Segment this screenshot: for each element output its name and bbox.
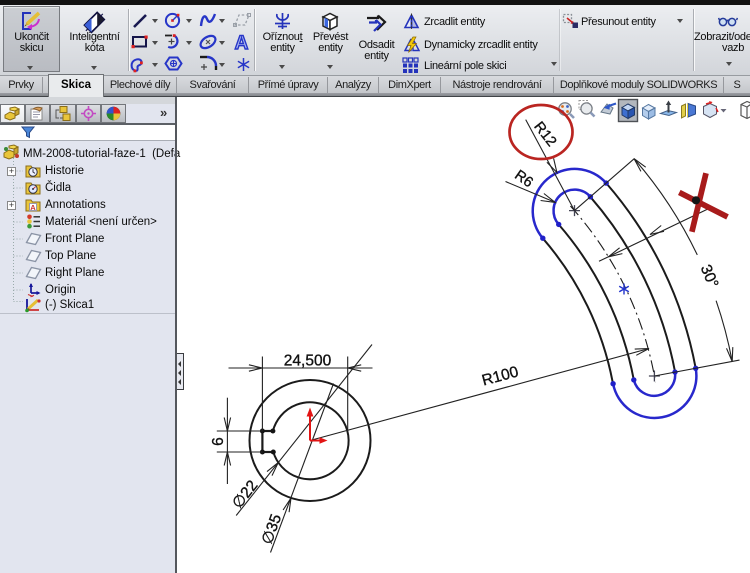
svg-text:A: A: [235, 33, 249, 53]
svg-text:R12: R12: [530, 119, 559, 150]
svg-text:R100: R100: [480, 363, 521, 389]
svg-text:∅22: ∅22: [229, 477, 261, 512]
svg-text:R6: R6: [511, 167, 535, 191]
svg-text:A: A: [30, 203, 36, 212]
svg-text:6: 6: [210, 437, 227, 446]
svg-text:∅35: ∅35: [259, 512, 285, 547]
svg-text:24,500: 24,500: [284, 352, 332, 369]
svg-text:30°: 30°: [697, 262, 722, 290]
